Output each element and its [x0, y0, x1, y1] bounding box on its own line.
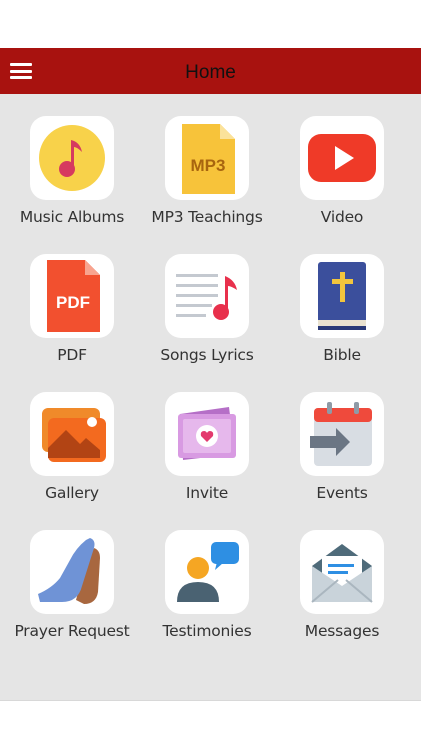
tile-label: Gallery: [45, 484, 99, 502]
tile-label: Songs Lyrics: [160, 346, 254, 364]
tile-invite[interactable]: Invite: [137, 392, 277, 522]
tile-label: MP3 Teachings: [151, 208, 263, 226]
mp3-file-icon: MP3: [165, 116, 249, 200]
tile-events[interactable]: Events: [272, 392, 412, 522]
video-play-icon: [300, 116, 384, 200]
tile-songs-lyrics[interactable]: Songs Lyrics: [137, 254, 277, 384]
home-grid: Music Albums MP3 MP3 Teachings Video PDF…: [0, 94, 421, 700]
svg-text:PDF: PDF: [56, 293, 90, 312]
tile-bible[interactable]: Bible: [272, 254, 412, 384]
tile-label: Music Albums: [19, 208, 125, 226]
tile-label: Events: [316, 484, 368, 502]
tile-gallery[interactable]: Gallery: [2, 392, 142, 522]
tile-video[interactable]: Video: [272, 116, 412, 246]
tile-label: PDF: [57, 346, 87, 364]
tile-pdf[interactable]: PDF PDF: [2, 254, 142, 384]
gallery-icon: [30, 392, 114, 476]
app-bar: Home: [0, 48, 421, 94]
tile-testimonies[interactable]: Testimonies: [137, 530, 277, 660]
invite-icon: [165, 392, 249, 476]
tile-label: Bible: [323, 346, 361, 364]
pdf-file-icon: PDF: [30, 254, 114, 338]
tile-prayer-request[interactable]: Prayer Request: [2, 530, 142, 660]
tile-music-albums[interactable]: Music Albums: [2, 116, 142, 246]
tile-label: Messages: [304, 622, 380, 640]
bible-icon: [300, 254, 384, 338]
lyrics-icon: [165, 254, 249, 338]
page-title: Home: [185, 62, 236, 83]
svg-text:MP3: MP3: [191, 156, 226, 175]
tile-label: Prayer Request: [14, 622, 130, 640]
testimonies-icon: [165, 530, 249, 614]
divider: [0, 700, 421, 701]
tile-label: Invite: [185, 484, 229, 502]
tile-messages[interactable]: Messages: [272, 530, 412, 660]
tile-mp3-teachings[interactable]: MP3 MP3 Teachings: [137, 116, 277, 246]
envelope-icon: [300, 530, 384, 614]
calendar-icon: [300, 392, 384, 476]
music-note-icon: [30, 116, 114, 200]
tile-label: Testimonies: [162, 622, 252, 640]
tile-label: Video: [320, 208, 364, 226]
praying-hands-icon: [30, 530, 114, 614]
